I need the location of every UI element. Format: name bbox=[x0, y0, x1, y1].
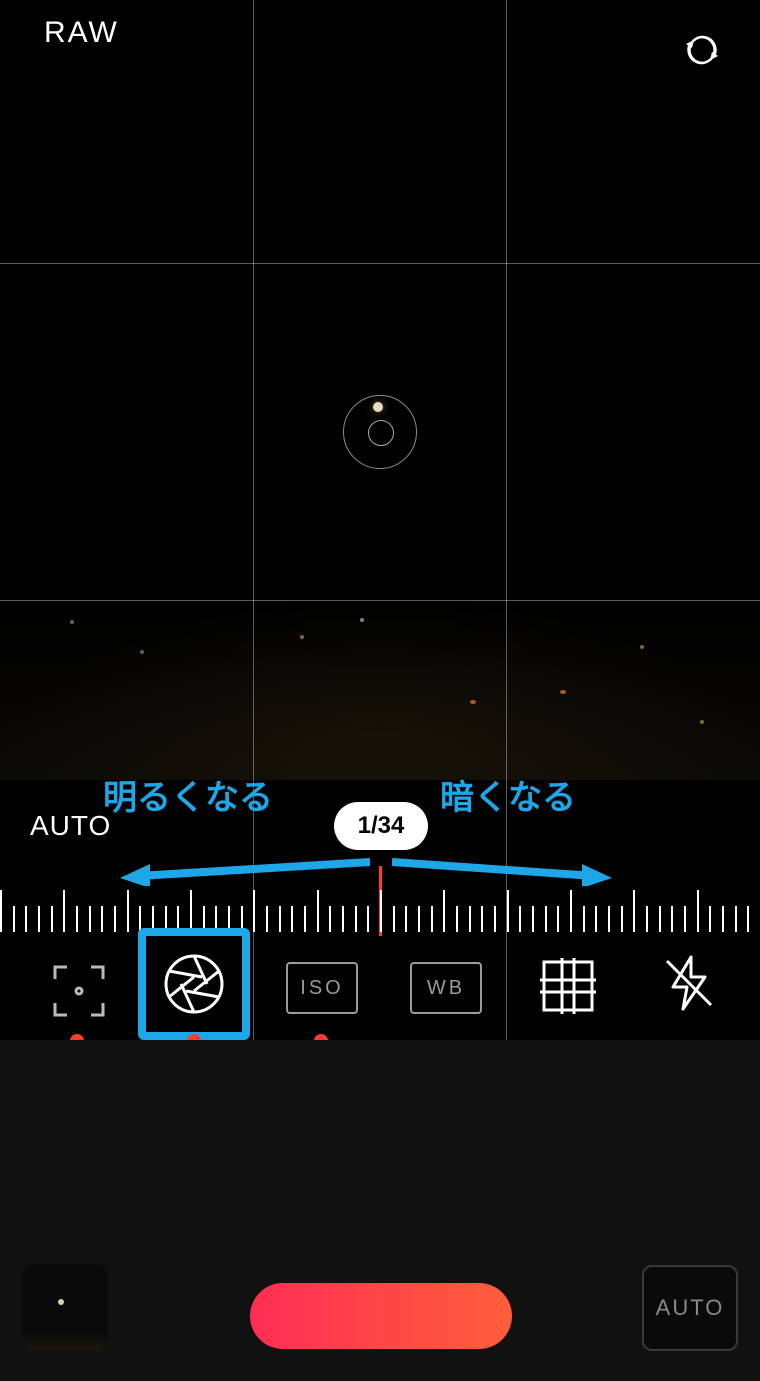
slider-tick bbox=[304, 906, 306, 932]
slider-tick bbox=[519, 906, 521, 932]
slider-tick bbox=[431, 906, 433, 932]
slider-tick bbox=[13, 906, 15, 932]
scene-light bbox=[70, 620, 74, 624]
annotation-arrow-right bbox=[392, 858, 612, 876]
iso-tool-button[interactable]: ISO bbox=[286, 962, 358, 1014]
slider-tick bbox=[253, 890, 255, 932]
auto-mode-button[interactable]: AUTO bbox=[642, 1265, 738, 1351]
slider-tick bbox=[393, 906, 395, 932]
slider-tick bbox=[317, 890, 319, 932]
focus-tool-button[interactable] bbox=[44, 956, 114, 1026]
slider-tick bbox=[481, 906, 483, 932]
grid-icon bbox=[540, 958, 596, 1014]
scene-light bbox=[560, 690, 566, 694]
flash-tool-button[interactable] bbox=[656, 950, 722, 1016]
slider-tick bbox=[583, 906, 585, 932]
exposure-auto-label: AUTO bbox=[30, 810, 111, 842]
annotation-brighter: 明るくなる bbox=[103, 770, 273, 819]
wb-label: WB bbox=[427, 977, 465, 1000]
slider-tick bbox=[63, 890, 65, 932]
slider-tick bbox=[101, 906, 103, 932]
slider-tick bbox=[532, 906, 534, 932]
switch-camera-button[interactable] bbox=[682, 30, 722, 70]
iso-label: ISO bbox=[300, 977, 343, 1000]
slider-tick bbox=[507, 890, 509, 932]
wb-icon: WB bbox=[410, 962, 482, 1014]
gallery-thumbnail[interactable] bbox=[22, 1265, 108, 1351]
slider-tick bbox=[355, 906, 357, 932]
slider-tick bbox=[735, 906, 737, 932]
shutter-speed-tool-button[interactable] bbox=[138, 928, 250, 1040]
exposure-slider[interactable] bbox=[0, 878, 760, 938]
grid-line bbox=[0, 600, 760, 601]
format-badge[interactable]: RAW bbox=[44, 16, 119, 50]
scene-light bbox=[640, 645, 644, 649]
grid-tool-button[interactable] bbox=[538, 956, 598, 1016]
focus-icon bbox=[49, 961, 109, 1021]
slider-tick bbox=[127, 890, 129, 932]
auto-mode-label: AUTO bbox=[656, 1295, 725, 1321]
slider-tick bbox=[25, 906, 27, 932]
slider-tick bbox=[291, 906, 293, 932]
slider-tick bbox=[595, 906, 597, 932]
shutter-value-text: 1/34 bbox=[358, 812, 405, 840]
slider-tick bbox=[329, 906, 331, 932]
slider-tick bbox=[89, 906, 91, 932]
shutter-value-pill: 1/34 bbox=[334, 802, 428, 850]
top-bar: RAW bbox=[0, 8, 760, 68]
iso-icon: ISO bbox=[286, 962, 358, 1014]
slider-tick bbox=[418, 906, 420, 932]
slider-tick bbox=[0, 890, 2, 932]
slider-tick bbox=[659, 906, 661, 932]
slider-tick bbox=[405, 906, 407, 932]
slider-tick bbox=[380, 890, 382, 932]
scene-light bbox=[140, 650, 144, 654]
slider-tick bbox=[747, 906, 749, 932]
slider-tick bbox=[545, 906, 547, 932]
slider-tick bbox=[621, 906, 623, 932]
slider-tick bbox=[51, 906, 53, 932]
slider-tick bbox=[38, 906, 40, 932]
slider-tick bbox=[570, 890, 572, 932]
slider-tick bbox=[469, 906, 471, 932]
camera-app: RAW 明るくなる 暗くなる AUTO 1/34 bbox=[0, 0, 760, 1381]
switch-camera-icon bbox=[682, 30, 722, 70]
grid-line bbox=[0, 263, 760, 264]
slider-tick bbox=[367, 906, 369, 932]
scene-light bbox=[360, 618, 364, 622]
slider-tick bbox=[342, 906, 344, 932]
slider-tick bbox=[494, 906, 496, 932]
focus-indicator[interactable] bbox=[343, 395, 417, 469]
slider-tick bbox=[190, 890, 192, 932]
annotation-darker: 暗くなる bbox=[440, 770, 576, 819]
slider-tick bbox=[608, 906, 610, 932]
slider-tick bbox=[722, 906, 724, 932]
slider-tick bbox=[557, 906, 559, 932]
capture-button[interactable] bbox=[250, 1283, 512, 1349]
annotation-arrow-left bbox=[120, 858, 370, 876]
slider-tick bbox=[76, 906, 78, 932]
white-balance-tool-button[interactable]: WB bbox=[410, 962, 482, 1014]
slider-tick bbox=[671, 906, 673, 932]
slider-tick bbox=[266, 906, 268, 932]
scene-light bbox=[300, 635, 304, 639]
flash-off-icon bbox=[659, 953, 719, 1013]
slider-tick bbox=[279, 906, 281, 932]
thumbnail-content bbox=[22, 1333, 108, 1351]
scene-horizon bbox=[0, 600, 760, 780]
slider-tick bbox=[684, 906, 686, 932]
thumbnail-content bbox=[58, 1299, 64, 1305]
scene-light bbox=[700, 720, 704, 724]
aperture-icon bbox=[161, 951, 227, 1017]
slider-tick bbox=[633, 890, 635, 932]
slider-tick bbox=[443, 890, 445, 932]
bottom-dock: AUTO bbox=[0, 1040, 760, 1381]
slider-tick bbox=[709, 906, 711, 932]
slider-tick bbox=[456, 906, 458, 932]
slider-tick bbox=[697, 890, 699, 932]
scene-light bbox=[470, 700, 476, 704]
slider-tick bbox=[646, 906, 648, 932]
slider-tick bbox=[114, 906, 116, 932]
